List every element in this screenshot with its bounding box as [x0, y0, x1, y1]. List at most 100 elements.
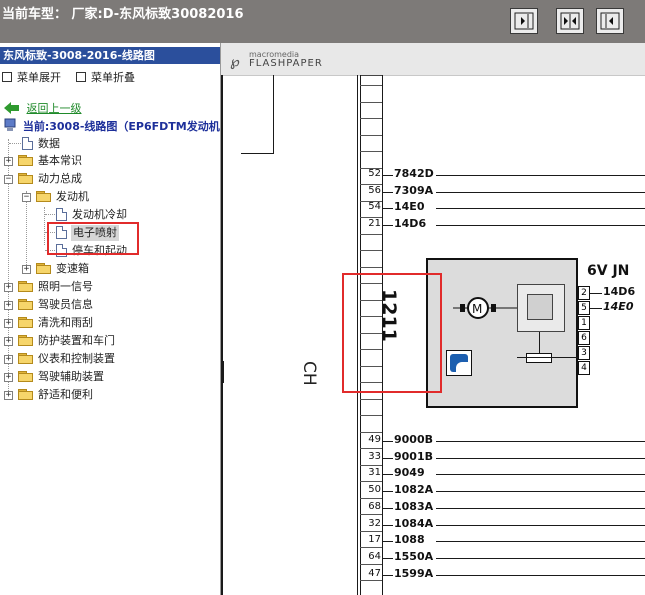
svg-text:M: M [472, 302, 482, 316]
tree-item-wash-wipe[interactable]: 清洗和雨刮 [38, 315, 93, 331]
highlight-box [342, 273, 442, 393]
wire-line [436, 192, 645, 193]
wire-line [383, 458, 393, 459]
connector-label: CH [299, 361, 319, 386]
window-header: 当前车型： 厂家:D-东风标致30082016 [0, 0, 645, 43]
collapse-toggle-icon[interactable]: − [4, 175, 13, 184]
tree-item-data[interactable]: 数据 [38, 136, 60, 152]
wire-pin-number: 32 [368, 518, 381, 529]
expand-toggle-icon[interactable]: + [4, 301, 13, 310]
wire-pin-number: 64 [368, 551, 381, 562]
wire-line [383, 175, 393, 176]
diagram-line [360, 75, 382, 76]
folder-icon [18, 281, 33, 292]
wire-line [383, 441, 393, 442]
wire-signal-label: 7842D [394, 167, 434, 180]
expand-toggle-icon[interactable]: + [4, 319, 13, 328]
split-icon [560, 12, 580, 30]
flashpaper-logo-icon: ℘ [230, 54, 240, 70]
wire-signal-label: 9000B [394, 433, 433, 446]
connector-row-line [360, 531, 382, 532]
align-left-icon [600, 12, 620, 30]
wire-line [436, 575, 645, 576]
highlight-box [47, 222, 139, 255]
collapse-toggle-icon[interactable]: − [22, 193, 31, 202]
align-left-button[interactable] [596, 8, 624, 34]
folder-icon [36, 263, 51, 274]
wire-signal-label: 9001B [394, 450, 433, 463]
throttle-module-icon [517, 284, 565, 332]
component-pin: 5 [578, 301, 590, 315]
expand-icon [2, 72, 12, 82]
wire-line [436, 525, 645, 526]
connector-row-line [360, 234, 382, 235]
wire-signal-label: 1084A [394, 517, 434, 530]
connector-row-line [360, 85, 382, 86]
connector-row-line [360, 399, 382, 400]
wire-pin-number: 31 [368, 467, 381, 478]
tree-item-gearbox[interactable]: 变速箱 [56, 261, 89, 277]
wire-signal-label: 14D6 [603, 285, 636, 298]
tree-item-driving-assist[interactable]: 驾驶辅助装置 [38, 369, 104, 385]
wire-line [383, 558, 393, 559]
diagram-line [273, 75, 274, 153]
folder-open-icon [36, 191, 51, 202]
expand-toggle-icon[interactable]: + [4, 283, 13, 292]
expand-toggle-icon[interactable]: + [4, 355, 13, 364]
collapse-menu-button[interactable]: 菜单折叠 [76, 69, 135, 85]
wire-line [436, 208, 645, 209]
expand-toggle-icon[interactable]: + [22, 265, 31, 274]
tree-item-powertrain[interactable]: 动力总成 [38, 171, 82, 187]
diagram-line [517, 357, 579, 358]
wire-line [436, 491, 645, 492]
connector-row-line [360, 267, 382, 268]
wire-line [383, 225, 393, 226]
folder-open-icon [18, 173, 33, 184]
component-box [426, 258, 578, 408]
tree-line [45, 214, 55, 215]
connector-row-line [360, 151, 382, 152]
document-viewer[interactable]: ℘ macromedia FLASHPAPER CH 52 7842D 56 7309… [221, 43, 645, 595]
sensor-icon [446, 350, 472, 376]
folder-icon [18, 353, 33, 364]
align-right-icon [514, 12, 534, 30]
tree-panel: 东风标致-3008-2016-线路图 菜单展开 菜单折叠 返回上一级 当前:30… [0, 43, 221, 595]
connector-row-line [360, 465, 382, 466]
wire-pin-number: 52 [368, 168, 381, 179]
wire-pin-number: 50 [368, 484, 381, 495]
tree-item-basics[interactable]: 基本常识 [38, 153, 82, 169]
align-right-button[interactable] [510, 8, 538, 34]
wire-line [383, 541, 393, 542]
panel-title: 东风标致-3008-2016-线路图 [0, 47, 220, 64]
expand-toggle-icon[interactable]: + [4, 373, 13, 382]
diagram-mark [221, 361, 224, 383]
wire-signal-label: 1088 [394, 533, 425, 546]
current-path: 当前:3008-线路图（EP6FDTM发动机 [4, 118, 220, 134]
expand-toggle-icon[interactable]: + [4, 337, 13, 346]
expand-menu-button[interactable]: 菜单展开 [2, 69, 61, 85]
tree-item-lighting[interactable]: 照明一信号 [38, 279, 93, 295]
tree-item-instruments[interactable]: 仪表和控制装置 [38, 351, 115, 367]
connector-row-line [360, 415, 382, 416]
tree-item-driver-info[interactable]: 驾驶员信息 [38, 297, 93, 313]
wire-line [436, 458, 645, 459]
diagram-line [539, 332, 540, 353]
wire-line [436, 474, 645, 475]
computer-icon [4, 118, 16, 131]
tree-line [44, 207, 45, 245]
expand-toggle-icon[interactable]: + [4, 157, 13, 166]
wire-signal-label: 14D6 [394, 217, 427, 230]
folder-icon [18, 371, 33, 382]
document-icon [56, 208, 67, 221]
split-button[interactable] [556, 8, 584, 34]
tree-item-engine[interactable]: 发动机 [56, 189, 89, 205]
back-link[interactable]: 返回上一级 [4, 101, 82, 117]
tree-item-engine-cooling[interactable]: 发动机冷却 [72, 207, 127, 223]
tree-item-protection-doors[interactable]: 防护装置和车门 [38, 333, 115, 349]
wire-signal-label: 1083A [394, 500, 434, 513]
folder-icon [18, 389, 33, 400]
connector-row-line [360, 481, 382, 482]
expand-toggle-icon[interactable]: + [4, 391, 13, 400]
tree-item-comfort[interactable]: 舒适和便利 [38, 387, 93, 403]
wire-line [436, 225, 645, 226]
